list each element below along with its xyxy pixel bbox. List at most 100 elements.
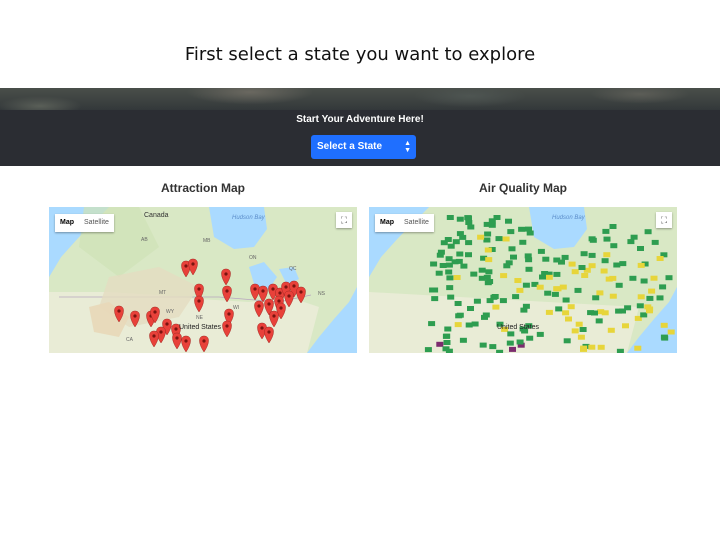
aq-station-marker <box>562 297 570 303</box>
aq-station-marker <box>516 339 524 345</box>
aq-station-marker <box>588 252 596 258</box>
aq-station-marker <box>589 237 597 243</box>
map-view-button[interactable]: Map <box>375 214 399 232</box>
aq-station-marker <box>452 239 460 245</box>
aq-station-marker <box>603 236 611 242</box>
aq-station-marker <box>459 337 467 343</box>
aq-station-marker <box>563 338 571 344</box>
aq-station-marker <box>518 226 526 232</box>
aq-station-marker <box>510 254 517 260</box>
aq-station-marker <box>562 310 570 316</box>
aq-station-marker <box>580 251 588 257</box>
satellite-view-button[interactable]: Satellite <box>399 214 434 232</box>
map-label-qc: QC <box>289 266 297 272</box>
aq-station-marker <box>555 306 563 312</box>
fullscreen-icon[interactable]: ⛶ <box>656 212 672 228</box>
map-label-wi: WI <box>233 305 240 311</box>
aq-station-marker <box>646 295 654 301</box>
aq-station-marker <box>467 224 475 230</box>
aq-station-marker <box>627 239 635 245</box>
aq-station-marker <box>545 309 553 315</box>
attraction-map[interactable]: Canada Hudson Bay AB MB ON QC MT WY NE N… <box>49 207 357 353</box>
aq-station-marker <box>507 331 515 337</box>
aq-station-marker <box>505 218 512 224</box>
aq-station-marker <box>465 252 472 258</box>
aq-station-marker <box>485 257 493 263</box>
aq-station-marker <box>575 321 583 327</box>
map-label-united-states: United States <box>497 324 540 331</box>
aq-station-marker <box>602 228 610 234</box>
aq-station-marker <box>601 258 609 264</box>
aq-station-marker <box>571 269 579 275</box>
aq-station-marker <box>610 243 618 249</box>
aq-station-marker <box>516 287 524 293</box>
state-select[interactable]: Select a State ▲ ▼ <box>311 135 416 159</box>
aq-station-marker <box>525 266 533 272</box>
aq-station-marker <box>456 251 464 257</box>
aq-station-marker <box>571 328 579 334</box>
aq-station-marker <box>478 275 486 281</box>
aq-station-marker <box>442 333 450 339</box>
aq-station-marker <box>507 229 515 235</box>
hero-title: Start Your Adventure Here! <box>296 114 424 125</box>
aq-station-marker <box>502 236 510 242</box>
aq-station-marker <box>605 276 613 282</box>
aq-station-marker <box>579 327 587 332</box>
aq-station-marker <box>595 318 603 324</box>
aq-station-marker <box>644 229 652 235</box>
aq-station-marker <box>428 321 436 327</box>
aq-station-marker <box>650 275 658 281</box>
aq-station-marker <box>597 344 605 350</box>
aq-station-marker <box>665 275 673 281</box>
aq-station-marker <box>667 329 675 335</box>
aq-station-marker <box>470 271 478 277</box>
aq-station-marker <box>431 296 439 302</box>
aq-station-marker <box>455 258 463 264</box>
aq-station-marker <box>442 346 450 352</box>
aq-station-marker <box>559 284 567 290</box>
aq-station-marker <box>495 236 503 242</box>
map-label-ns: NS <box>318 291 325 297</box>
aq-station-marker <box>445 256 453 262</box>
aq-station-marker <box>648 288 656 294</box>
aq-station-marker <box>483 237 491 243</box>
aq-station-marker <box>646 308 653 314</box>
aq-station-marker <box>479 342 487 348</box>
aq-station-marker <box>512 294 520 300</box>
aq-station-marker <box>444 326 452 332</box>
aq-station-marker <box>493 215 501 220</box>
aq-station-marker <box>636 303 644 309</box>
updown-arrow-icon: ▲ ▼ <box>404 140 411 154</box>
aq-station-marker <box>537 248 545 254</box>
aq-station-marker <box>500 273 508 279</box>
aq-station-marker <box>465 220 473 225</box>
aq-station-marker <box>446 285 454 291</box>
aq-station-marker <box>446 275 454 281</box>
map-label-mb: MB <box>203 238 211 244</box>
aq-station-marker <box>522 282 530 288</box>
aq-station-marker <box>616 348 624 353</box>
map-view-button[interactable]: Map <box>55 214 79 232</box>
aq-station-marker <box>629 275 637 281</box>
aq-station-marker <box>446 215 454 220</box>
fullscreen-icon[interactable]: ⛶ <box>336 212 352 228</box>
aq-station-marker <box>660 322 668 328</box>
aq-station-marker <box>609 224 617 229</box>
aq-station-marker <box>619 261 627 267</box>
aq-station-marker <box>630 234 638 240</box>
aq-station-marker <box>577 334 585 340</box>
aq-station-marker <box>477 234 485 240</box>
map-label-wy: WY <box>166 309 175 315</box>
aq-station-marker <box>506 340 514 346</box>
aq-station-marker <box>600 268 608 274</box>
aq-station-marker <box>568 261 576 267</box>
aq-station-marker <box>437 249 445 255</box>
air-quality-map-title: Air Quality Map <box>478 181 567 195</box>
aq-station-marker <box>607 327 615 333</box>
aq-station-marker <box>661 335 669 341</box>
aq-station-marker <box>536 284 544 290</box>
air-quality-map[interactable]: Hudson Bay United States Map Satellite ⛶ <box>369 207 677 353</box>
aq-station-marker <box>489 344 497 350</box>
satellite-view-button[interactable]: Satellite <box>79 214 114 232</box>
aq-station-marker <box>622 323 629 329</box>
